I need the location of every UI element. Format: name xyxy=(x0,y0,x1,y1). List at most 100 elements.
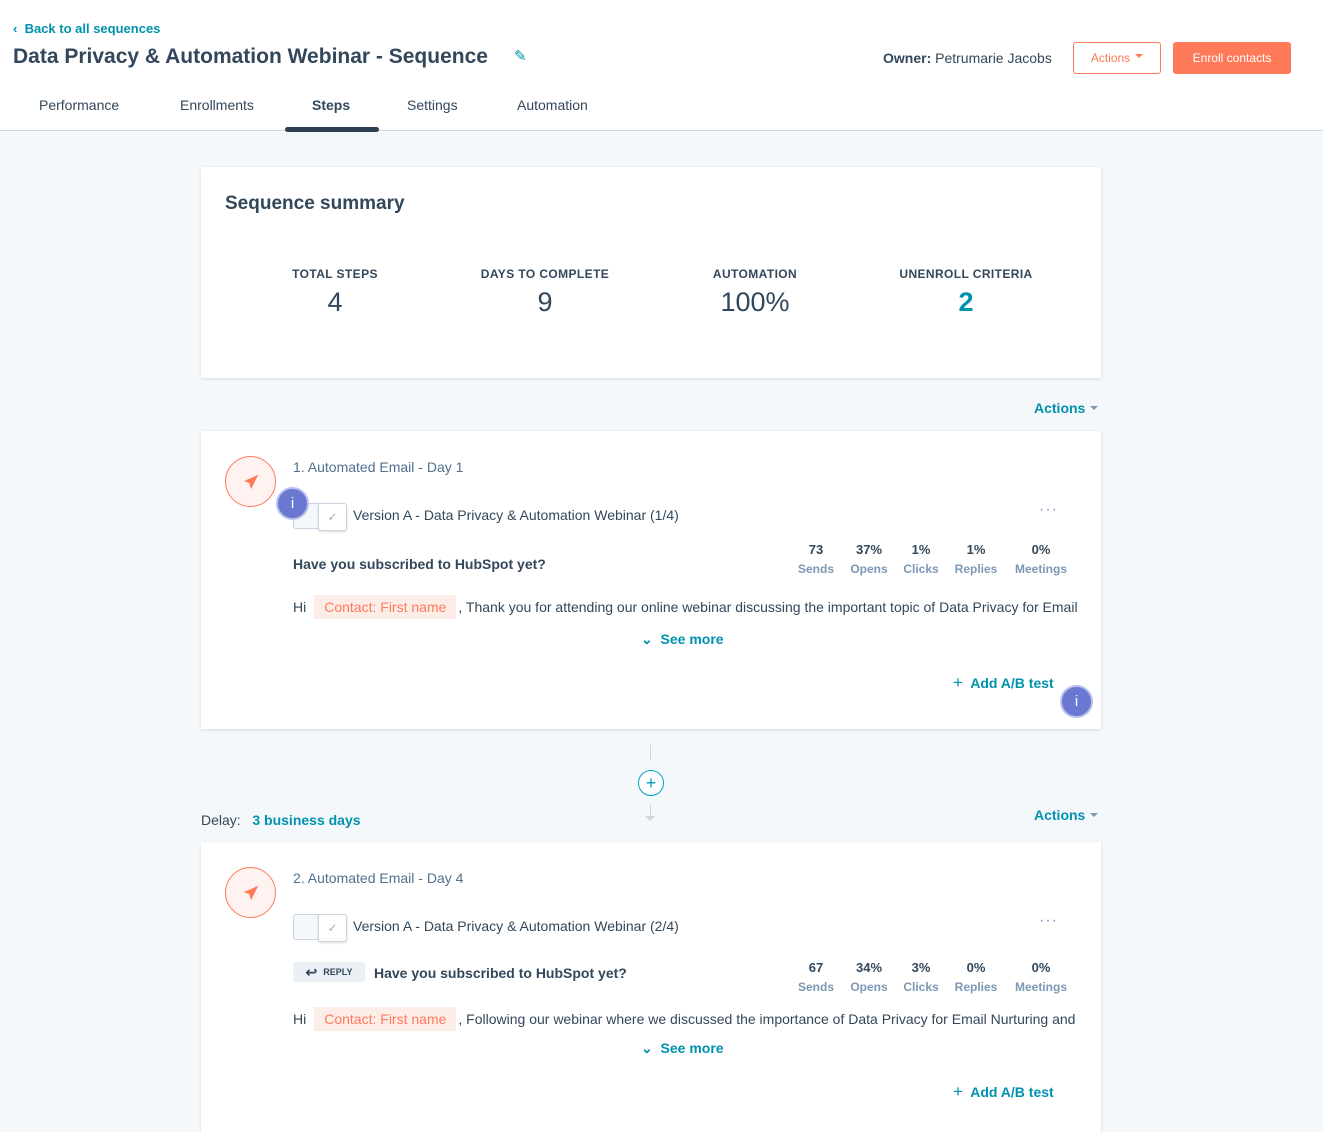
active-tab-indicator xyxy=(285,127,379,132)
actions-label: Actions xyxy=(1034,807,1086,823)
back-link[interactable]: ‹ Back to all sequences xyxy=(13,21,160,36)
owner-label: Owner: xyxy=(883,50,932,66)
metric-label: Replies xyxy=(954,562,998,576)
info-badge[interactable]: i xyxy=(1060,685,1093,718)
email-preview: Hi Contact: First name, Following our web… xyxy=(293,1007,1075,1031)
info-badge[interactable]: i xyxy=(276,487,309,520)
stat-label: AUTOMATION xyxy=(712,267,798,281)
stat-value: 9 xyxy=(537,287,553,317)
stat-automation: AUTOMATION 100% xyxy=(655,267,855,318)
metric-label: Clicks xyxy=(903,562,939,576)
back-link-label[interactable]: Back to all sequences xyxy=(25,21,161,36)
caret-down-icon xyxy=(1090,813,1099,821)
pencil-icon[interactable]: ✎ xyxy=(514,47,527,65)
chevron-down-icon: ⌄ xyxy=(641,631,653,647)
reply-label: REPLY xyxy=(323,967,353,977)
step-actions-dropdown[interactable]: Actions xyxy=(1034,807,1099,823)
metric-label: Opens xyxy=(850,562,888,576)
step-card-2: 2. Automated Email - Day 4 ✓ Version A -… xyxy=(201,842,1101,1132)
metric-value: 1% xyxy=(966,542,986,557)
reply-arrow-icon: ↩ xyxy=(305,963,318,980)
step-title: 2. Automated Email - Day 4 xyxy=(293,870,464,886)
stat-value: 100% xyxy=(720,287,790,317)
metric-clicks: 3% Clicks xyxy=(891,960,951,994)
metric-sends: 67 Sends xyxy=(786,960,846,994)
see-more-button[interactable]: ⌄ See more xyxy=(641,631,724,648)
owner: Owner: Petrumarie Jacobs xyxy=(883,50,1052,66)
tab-automation[interactable]: Automation xyxy=(517,97,588,113)
caret-down-icon xyxy=(1090,406,1099,414)
stat-label: UNENROLL CRITERIA xyxy=(899,267,1033,281)
add-ab-label: Add A/B test xyxy=(970,1084,1054,1100)
metric-opens: 37% Opens xyxy=(839,542,899,576)
email-subject: Have you subscribed to HubSpot yet? xyxy=(293,556,546,572)
tab-steps[interactable]: Steps xyxy=(312,97,350,113)
owner-name: Petrumarie Jacobs xyxy=(935,50,1052,66)
chevron-down-icon: ⌄ xyxy=(641,1040,653,1056)
metric-value: 37% xyxy=(855,542,883,557)
plus-icon: + xyxy=(953,1082,963,1101)
add-ab-test-button[interactable]: + Add A/B test xyxy=(953,1082,1054,1102)
greeting: Hi xyxy=(293,599,307,615)
stat-value: 4 xyxy=(327,287,343,317)
version-toggle[interactable]: ✓ xyxy=(293,914,347,942)
delay-label: Delay: xyxy=(201,812,241,828)
version-name: Version A - Data Privacy & Automation We… xyxy=(353,507,679,523)
step-actions-dropdown[interactable]: Actions xyxy=(1034,400,1099,416)
connector-line xyxy=(650,745,651,761)
more-options-icon[interactable]: ··· xyxy=(1039,501,1058,519)
metric-replies: 0% Replies xyxy=(946,960,1006,994)
add-step-plus-icon[interactable]: + xyxy=(638,770,664,796)
step-title: 1. Automated Email - Day 1 xyxy=(293,459,464,475)
metric-label: Opens xyxy=(850,980,888,994)
version-name: Version A - Data Privacy & Automation We… xyxy=(353,918,679,934)
personalization-token: Contact: First name xyxy=(314,595,457,619)
metric-meetings: 0% Meetings xyxy=(1011,542,1071,576)
page-title: Data Privacy & Automation Webinar - Sequ… xyxy=(13,45,488,68)
add-ab-test-button[interactable]: + Add A/B test xyxy=(953,673,1054,693)
greeting: Hi xyxy=(293,1011,307,1027)
metric-label: Sends xyxy=(797,562,834,576)
add-ab-label: Add A/B test xyxy=(970,675,1054,691)
metric-meetings: 0% Meetings xyxy=(1011,960,1071,994)
arrow-down-icon xyxy=(645,816,655,826)
metric-label: Replies xyxy=(954,980,998,994)
metric-replies: 1% Replies xyxy=(946,542,1006,576)
email-subject: Have you subscribed to HubSpot yet? xyxy=(374,965,627,981)
delay: Delay: 3 business days xyxy=(201,812,361,828)
delay-value-link[interactable]: 3 business days xyxy=(252,812,360,828)
tab-settings[interactable]: Settings xyxy=(407,97,458,113)
actions-button[interactable]: Actions xyxy=(1073,42,1161,74)
paper-plane-icon xyxy=(225,456,276,507)
check-icon: ✓ xyxy=(318,914,347,942)
stat-label: TOTAL STEPS xyxy=(292,267,378,281)
email-body: , Following our webinar where we discuss… xyxy=(458,1011,1076,1027)
paper-plane-icon xyxy=(225,867,276,918)
personalization-token: Contact: First name xyxy=(314,1007,457,1031)
metric-label: Clicks xyxy=(903,980,939,994)
tab-performance[interactable]: Performance xyxy=(39,97,119,113)
see-more-label: See more xyxy=(660,1040,724,1056)
metric-value: 0% xyxy=(1031,960,1051,975)
metric-label: Sends xyxy=(797,980,834,994)
more-options-icon[interactable]: ··· xyxy=(1039,912,1058,930)
metric-sends: 73 Sends xyxy=(786,542,846,576)
caret-down-icon xyxy=(1135,54,1144,62)
unenroll-criteria-link[interactable]: 2 xyxy=(866,287,1066,318)
stat-unenroll-criteria: UNENROLL CRITERIA 2 xyxy=(866,267,1066,318)
actions-label: Actions xyxy=(1034,400,1086,416)
see-more-button[interactable]: ⌄ See more xyxy=(641,1040,724,1057)
email-preview: Hi Contact: First name, Thank you for att… xyxy=(293,595,1078,619)
step-card-1: 1. Automated Email - Day 1 ✓ i Version A… xyxy=(201,431,1101,729)
metric-value: 3% xyxy=(911,960,931,975)
reply-badge: ↩ REPLY xyxy=(293,962,365,982)
check-icon: ✓ xyxy=(318,503,347,531)
metric-label: Meetings xyxy=(1014,562,1067,576)
plus-icon: + xyxy=(953,673,963,692)
metric-value: 0% xyxy=(966,960,986,975)
metric-value: 1% xyxy=(911,542,931,557)
tab-enrollments[interactable]: Enrollments xyxy=(180,97,254,113)
metric-value: 67 xyxy=(808,960,824,975)
stat-total-steps: TOTAL STEPS 4 xyxy=(235,267,435,318)
enroll-contacts-button[interactable]: Enroll contacts xyxy=(1173,42,1291,74)
